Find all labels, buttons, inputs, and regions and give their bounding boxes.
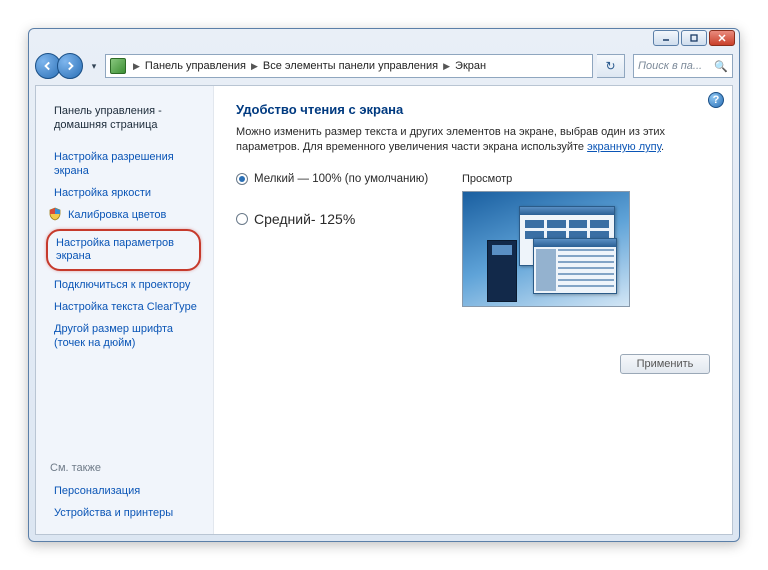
nav-forward-button[interactable] bbox=[57, 53, 83, 79]
radio-label: Мелкий — 100% (по умолчанию) bbox=[254, 173, 428, 185]
sidebar-item-display-settings[interactable]: Настройка параметров экрана bbox=[46, 229, 201, 271]
radio-icon bbox=[236, 213, 248, 225]
search-icon: 🔍 bbox=[714, 60, 728, 73]
radio-icon bbox=[236, 173, 248, 185]
control-panel-window: ▾ ▶ Панель управления ▶ Все элементы пан… bbox=[28, 28, 740, 542]
breadcrumb-item[interactable]: Панель управления bbox=[143, 60, 248, 72]
radio-label: Средний- 125% bbox=[254, 211, 355, 227]
close-button[interactable] bbox=[709, 30, 735, 46]
sidebar-item-devices[interactable]: Устройства и принтеры bbox=[50, 502, 201, 524]
refresh-button[interactable]: ↻ bbox=[597, 54, 625, 78]
sidebar: Панель управления - домашняя страница На… bbox=[36, 86, 214, 534]
radio-option-medium[interactable]: Средний- 125% bbox=[236, 211, 436, 227]
sidebar-item-brightness[interactable]: Настройка яркости bbox=[50, 182, 201, 204]
content-pane: ? Удобство чтения с экрана Можно изменит… bbox=[214, 86, 732, 534]
page-title: Удобство чтения с экрана bbox=[236, 102, 710, 117]
chevron-right-icon: ▶ bbox=[130, 61, 143, 72]
sidebar-home-link[interactable]: Панель управления - домашняя страница bbox=[50, 100, 201, 136]
address-bar[interactable]: ▶ Панель управления ▶ Все элементы панел… bbox=[105, 54, 593, 78]
control-panel-icon bbox=[110, 58, 126, 74]
sidebar-item-resolution[interactable]: Настройка разрешения экрана bbox=[50, 146, 201, 182]
shield-icon bbox=[48, 207, 62, 221]
sidebar-item-personalization[interactable]: Персонализация bbox=[50, 480, 201, 502]
preview-image bbox=[462, 191, 630, 307]
search-placeholder: Поиск в па... bbox=[638, 60, 702, 72]
maximize-button[interactable] bbox=[681, 30, 707, 46]
apply-button[interactable]: Применить bbox=[620, 354, 710, 374]
titlebar bbox=[29, 29, 739, 49]
chevron-right-icon: ▶ bbox=[248, 61, 261, 72]
page-description: Можно изменить размер текста и других эл… bbox=[236, 125, 710, 155]
sidebar-item-dpi[interactable]: Другой размер шрифта (точек на дюйм) bbox=[50, 318, 201, 354]
magnifier-link[interactable]: экранную лупу bbox=[587, 141, 661, 153]
navbar: ▾ ▶ Панель управления ▶ Все элементы пан… bbox=[35, 49, 733, 83]
help-icon[interactable]: ? bbox=[708, 92, 724, 108]
breadcrumb-item[interactable]: Все элементы панели управления bbox=[261, 60, 440, 72]
sidebar-item-calibration[interactable]: Калибровка цветов bbox=[50, 204, 201, 226]
sidebar-item-cleartype[interactable]: Настройка текста ClearType bbox=[50, 296, 201, 318]
breadcrumb-item[interactable]: Экран bbox=[453, 60, 488, 72]
nav-history-dropdown[interactable]: ▾ bbox=[87, 61, 101, 72]
search-input[interactable]: Поиск в па... 🔍 bbox=[633, 54, 733, 78]
sidebar-item-projector[interactable]: Подключиться к проектору bbox=[50, 274, 201, 296]
see-also-heading: См. также bbox=[50, 462, 201, 474]
chevron-right-icon: ▶ bbox=[440, 61, 453, 72]
radio-option-small[interactable]: Мелкий — 100% (по умолчанию) bbox=[236, 173, 436, 185]
preview-label: Просмотр bbox=[462, 173, 630, 185]
minimize-button[interactable] bbox=[653, 30, 679, 46]
